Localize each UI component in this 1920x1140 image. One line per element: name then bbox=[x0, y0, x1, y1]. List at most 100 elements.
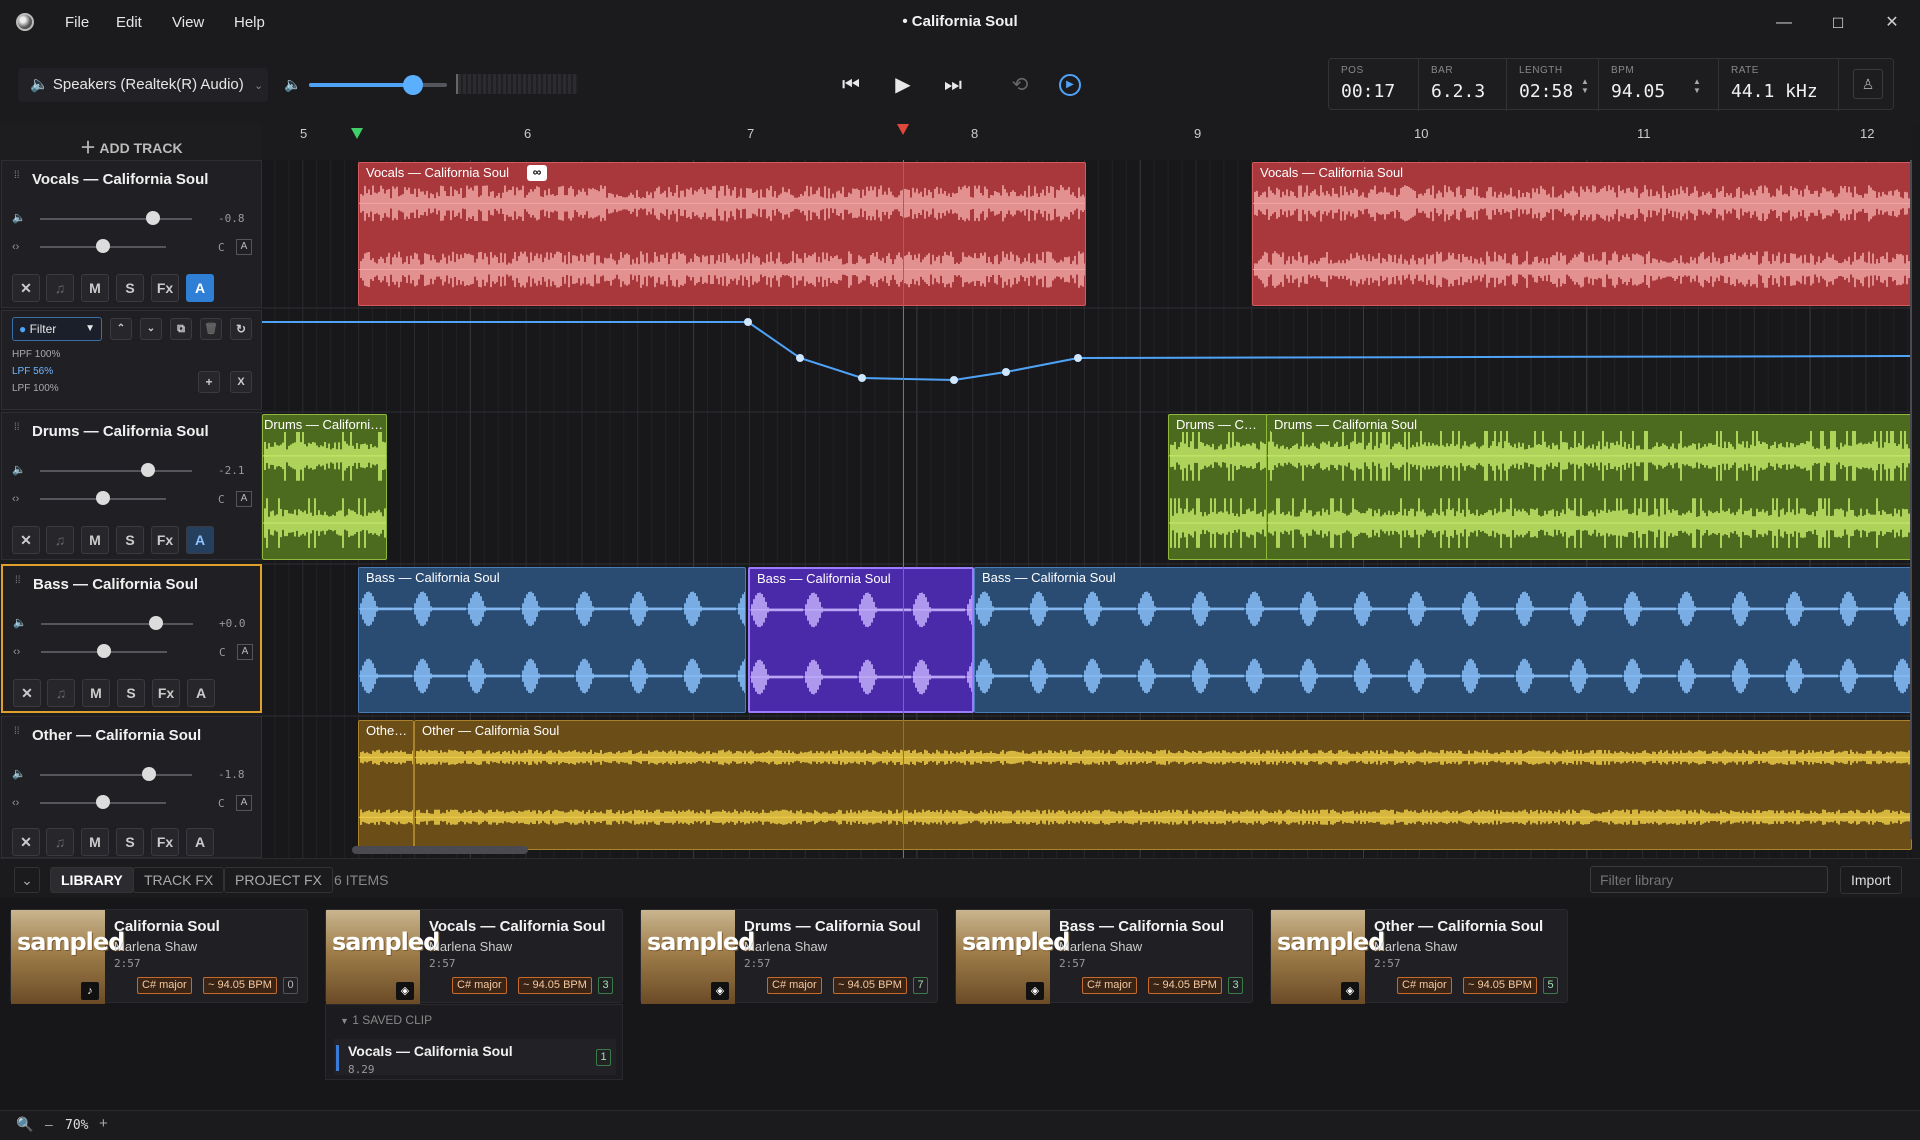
track-volume-knob[interactable] bbox=[142, 767, 156, 781]
length-readout[interactable]: LENGTH 02:58 ▲ ▼ bbox=[1507, 59, 1599, 111]
auto-toggle[interactable]: A bbox=[237, 644, 253, 660]
drag-handle-icon[interactable]: ⁞⁞ bbox=[14, 727, 22, 743]
follow-playhead-icon[interactable]: ▶ bbox=[1055, 70, 1085, 100]
clip-other-1[interactable]: Othe… bbox=[358, 720, 414, 850]
track-pan-knob[interactable] bbox=[96, 795, 110, 809]
automation-button[interactable]: A bbox=[186, 828, 214, 856]
add-track-button[interactable]: ＋ ADD TRACK bbox=[80, 134, 183, 158]
maximize-icon[interactable]: ☐ bbox=[1826, 11, 1850, 35]
vertical-scrollbar[interactable] bbox=[1910, 124, 1912, 840]
add-automation-button[interactable]: + bbox=[198, 371, 220, 393]
mute-button[interactable]: M bbox=[82, 679, 110, 707]
remove-track-icon[interactable]: ✕ bbox=[12, 828, 40, 856]
drag-handle-icon[interactable]: ⁞⁞ bbox=[14, 423, 22, 439]
track-pan-knob[interactable] bbox=[96, 491, 110, 505]
saved-clips-header[interactable]: ▼ 1 SAVED CLIP bbox=[340, 1013, 432, 1027]
automation-button[interactable]: A bbox=[187, 679, 215, 707]
midi-icon[interactable]: ♫ bbox=[47, 679, 75, 707]
import-button[interactable]: Import bbox=[1840, 866, 1902, 894]
track-header-vocals[interactable]: ⁞⁞ Vocals — California Soul 🔈 -0.8 ‹› C … bbox=[1, 160, 262, 308]
auto-toggle[interactable]: A bbox=[236, 239, 252, 255]
clip-drums-1[interactable]: Drums — Californi… bbox=[262, 414, 387, 560]
automation-curve[interactable] bbox=[262, 310, 1912, 410]
close-icon[interactable]: ✕ bbox=[1880, 11, 1904, 35]
horizontal-scrollbar[interactable] bbox=[352, 846, 528, 854]
tab-project-fx[interactable]: PROJECT FX bbox=[224, 867, 333, 893]
reset-icon[interactable]: ↻ bbox=[230, 318, 252, 340]
track-header-other[interactable]: ⁞⁞ Other — California Soul 🔈 -1.8 ‹› C A… bbox=[1, 716, 262, 858]
solo-button[interactable]: S bbox=[116, 526, 144, 554]
clip-vocals-1[interactable]: Vocals — California Soul ∞ bbox=[358, 162, 1086, 306]
clip-drums-2[interactable]: Drums — C… bbox=[1168, 414, 1268, 560]
track-pan-knob[interactable] bbox=[97, 644, 111, 658]
volume-knob[interactable] bbox=[402, 75, 423, 95]
library-card[interactable]: sampled ◈ Bass — California Soul Marlena Sh… bbox=[955, 909, 1253, 1004]
loop-icon[interactable]: ⟲ bbox=[1005, 70, 1035, 100]
saved-clip-item[interactable]: Vocals — California Soul 8.29 1 bbox=[334, 1039, 616, 1076]
library-card[interactable]: sampled ◈ Other — California Soul Marlena S… bbox=[1270, 909, 1568, 1004]
auto-toggle[interactable]: A bbox=[236, 795, 252, 811]
bpm-readout[interactable]: BPM 94.05 ▲ ▼ bbox=[1599, 59, 1719, 111]
midi-icon[interactable]: ♫ bbox=[46, 274, 74, 302]
zoom-in-button[interactable]: + bbox=[99, 1115, 108, 1132]
clip-bass-2[interactable]: Bass — California Soul bbox=[974, 567, 1912, 713]
clip-drums-3[interactable]: Drums — California Soul bbox=[1266, 414, 1912, 560]
midi-icon[interactable]: ♫ bbox=[46, 526, 74, 554]
track-volume-knob[interactable] bbox=[149, 616, 163, 630]
copy-icon[interactable]: ⧉ bbox=[170, 318, 192, 340]
bpm-stepper-icon[interactable]: ▲ ▼ bbox=[1693, 77, 1701, 95]
playhead[interactable] bbox=[903, 124, 904, 858]
mute-button[interactable]: M bbox=[81, 526, 109, 554]
solo-button[interactable]: S bbox=[116, 828, 144, 856]
track-volume-slider[interactable] bbox=[40, 218, 192, 220]
zoom-out-button[interactable]: – bbox=[45, 1116, 53, 1132]
minimize-icon[interactable]: — bbox=[1772, 11, 1796, 35]
play-icon[interactable]: ▶ bbox=[888, 70, 918, 100]
automation-button[interactable]: A bbox=[186, 274, 214, 302]
track-volume-knob[interactable] bbox=[146, 211, 160, 225]
move-up-icon[interactable]: ⌃ bbox=[110, 318, 132, 340]
drag-handle-icon[interactable]: ⁞⁞ bbox=[15, 576, 23, 592]
output-device-select[interactable]: 🔈 Speakers (Realtek(R) Audio) ⌄ bbox=[18, 68, 268, 102]
timeline[interactable]: Vocals — California Soul ∞ Vocals — Cali… bbox=[262, 124, 1912, 858]
tab-track-fx[interactable]: TRACK FX bbox=[133, 867, 225, 893]
filter-library-input[interactable] bbox=[1590, 866, 1828, 893]
solo-button[interactable]: S bbox=[117, 679, 145, 707]
midi-icon[interactable]: ♫ bbox=[46, 828, 74, 856]
track-header-drums[interactable]: ⁞⁞ Drums — California Soul 🔈 -2.1 ‹› C A… bbox=[1, 412, 262, 560]
remove-track-icon[interactable]: ✕ bbox=[12, 526, 40, 554]
clip-bass-1[interactable]: Bass — California Soul bbox=[358, 567, 746, 713]
track-header-bass[interactable]: ⁞⁞ Bass — California Soul 🔈 +0.0 ‹› C A … bbox=[1, 564, 262, 713]
clip-other-2[interactable]: Other — California Soul bbox=[414, 720, 1912, 850]
auto-toggle[interactable]: A bbox=[236, 491, 252, 507]
drag-handle-icon[interactable]: ⁞⁞ bbox=[14, 171, 22, 187]
fx-button[interactable]: Fx bbox=[151, 526, 179, 554]
mute-button[interactable]: M bbox=[81, 828, 109, 856]
fx-button[interactable]: Fx bbox=[151, 828, 179, 856]
library-card[interactable]: sampled ◈ Vocals — California Soul Marlena … bbox=[325, 909, 623, 1004]
remove-automation-button[interactable]: X bbox=[230, 371, 252, 393]
track-volume-slider[interactable] bbox=[40, 470, 192, 472]
solo-button[interactable]: S bbox=[116, 274, 144, 302]
automation-button[interactable]: A bbox=[186, 526, 214, 554]
track-volume-knob[interactable] bbox=[141, 463, 155, 477]
remove-track-icon[interactable]: ✕ bbox=[13, 679, 41, 707]
track-pan-knob[interactable] bbox=[96, 239, 110, 253]
clip-bass-selected[interactable]: Bass — California Soul bbox=[748, 567, 974, 713]
metronome-icon[interactable]: ♙ bbox=[1853, 69, 1883, 99]
move-down-icon[interactable]: ⌄ bbox=[140, 318, 162, 340]
collapse-panel-icon[interactable]: ⌄ bbox=[14, 867, 40, 893]
fx-button[interactable]: Fx bbox=[152, 679, 180, 707]
fx-button[interactable]: Fx bbox=[151, 274, 179, 302]
remove-track-icon[interactable]: ✕ bbox=[12, 274, 40, 302]
track-volume-slider[interactable] bbox=[40, 774, 192, 776]
length-stepper-icon[interactable]: ▲ ▼ bbox=[1581, 77, 1589, 95]
timeline-ruler[interactable]: 5 6 7 8 9 10 11 12 bbox=[262, 124, 1912, 160]
skip-forward-icon[interactable]: ⏭ bbox=[938, 70, 968, 100]
delete-icon[interactable]: 🗑 bbox=[200, 318, 222, 340]
mute-button[interactable]: M bbox=[81, 274, 109, 302]
track-volume-slider[interactable] bbox=[41, 623, 193, 625]
automation-param-select[interactable]: ● Filter ▼ bbox=[12, 317, 102, 341]
playhead-marker-icon[interactable] bbox=[897, 124, 909, 135]
loop-start-marker-icon[interactable] bbox=[351, 128, 363, 139]
